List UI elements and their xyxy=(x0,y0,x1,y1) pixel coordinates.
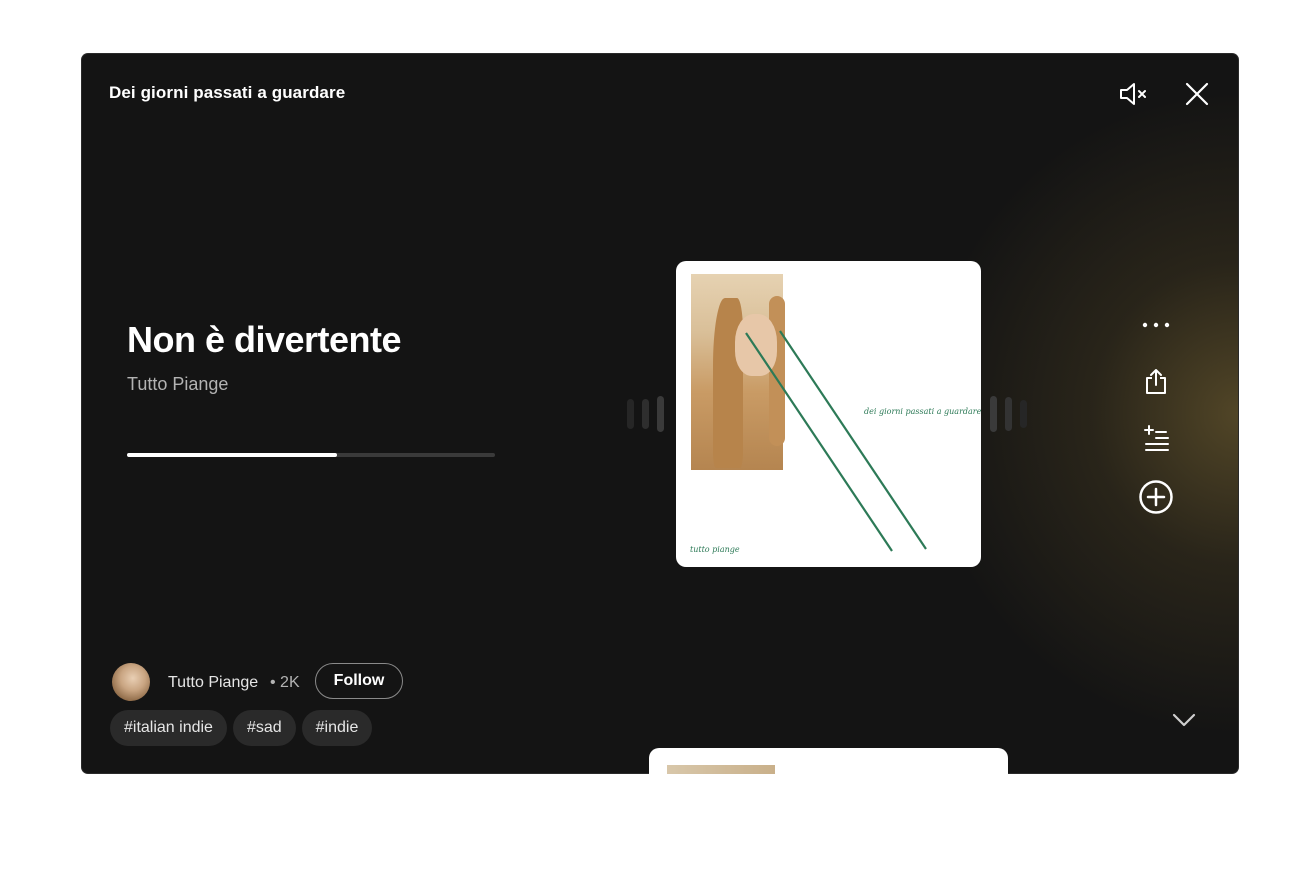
album-art[interactable]: dei giorni passati a guardare tutto pian… xyxy=(676,261,981,567)
progress-fill xyxy=(127,453,337,457)
player-overlay: Dei giorni passati a guardare Non è dive… xyxy=(81,53,1239,774)
add-to-library-button[interactable] xyxy=(1136,477,1176,517)
more-icon xyxy=(1142,322,1170,328)
album-art-text: dei giorni passati a guardare xyxy=(864,407,981,416)
tag-list: #italian indie #sad #indie xyxy=(110,710,373,746)
wave-bar xyxy=(1020,400,1027,428)
chevron-down-icon xyxy=(1172,713,1196,727)
album-title: Dei giorni passati a guardare xyxy=(109,83,346,102)
follow-button[interactable]: Follow xyxy=(315,663,403,699)
close-button[interactable] xyxy=(1178,77,1216,111)
close-icon xyxy=(1185,82,1209,106)
next-track-card[interactable] xyxy=(649,748,1008,774)
wave-bar xyxy=(627,399,634,429)
album-art-text: tutto piange xyxy=(690,545,740,554)
tag-chip[interactable]: #indie xyxy=(301,710,373,746)
wave-bar xyxy=(1005,397,1012,431)
share-button[interactable] xyxy=(1136,361,1176,401)
volume-muted-icon xyxy=(1120,83,1146,105)
track-artist[interactable]: Tutto Piange xyxy=(127,374,228,395)
tag-chip[interactable]: #sad xyxy=(232,710,296,746)
creator-name[interactable]: Tutto Piange xyxy=(168,674,258,692)
wave-bar xyxy=(642,399,649,429)
add-to-queue-button[interactable] xyxy=(1136,418,1176,458)
wave-bar xyxy=(990,396,997,432)
more-options-button[interactable] xyxy=(1136,305,1176,345)
add-to-queue-icon xyxy=(1144,425,1169,451)
next-track-art xyxy=(667,765,775,774)
follower-count: • 2K xyxy=(270,674,300,691)
tag-chip[interactable]: #italian indie xyxy=(110,710,227,746)
mute-button[interactable] xyxy=(1111,77,1155,111)
wave-bar xyxy=(657,396,664,432)
waveform-right xyxy=(990,396,1027,432)
track-title: Non è divertente xyxy=(127,319,402,360)
add-circle-icon xyxy=(1139,480,1173,514)
waveform-left xyxy=(627,396,664,432)
collapse-button[interactable] xyxy=(1167,705,1201,735)
avatar[interactable] xyxy=(112,663,150,701)
share-icon xyxy=(1146,369,1166,394)
progress-bar[interactable] xyxy=(127,453,495,457)
